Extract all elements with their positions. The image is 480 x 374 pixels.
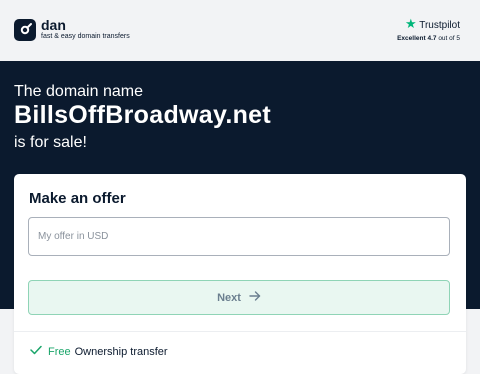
next-button[interactable]: Next	[28, 280, 450, 315]
dan-logo-icon[interactable]	[14, 19, 36, 41]
offer-card: Make an offer Next Free Ownership transf…	[14, 174, 466, 374]
feature-ownership-transfer: Free Ownership transfer	[30, 345, 168, 358]
feature-text: Ownership transfer	[74, 345, 168, 358]
top-header: dan fast & easy domain transfers ★ Trust…	[0, 0, 480, 61]
trustpilot-label: Trustpilot	[419, 20, 460, 31]
rating-score: 4.7	[427, 35, 437, 42]
arrow-right-icon	[249, 291, 261, 304]
card-divider	[14, 331, 466, 332]
check-icon	[30, 345, 42, 358]
feature-free-label: Free	[48, 345, 71, 358]
domain-name-heading: BillsOffBroadway.net	[14, 101, 271, 129]
brand-name[interactable]: dan	[41, 17, 66, 33]
hero-intro-text: The domain name	[14, 83, 143, 100]
next-button-label: Next	[217, 291, 241, 304]
trustpilot-widget[interactable]: ★ Trustpilot Excellent 4.7 out of 5	[397, 17, 460, 42]
for-sale-text: is for sale!	[14, 134, 87, 151]
trustpilot-rating: Excellent 4.7 out of 5	[397, 35, 460, 42]
offer-amount-input[interactable]	[28, 217, 450, 256]
rating-word: Excellent	[397, 35, 426, 42]
offer-card-title: Make an offer	[29, 190, 126, 207]
trustpilot-star-icon: ★	[404, 16, 417, 31]
rating-out-of: out of 5	[438, 35, 460, 42]
brand-tagline: fast & easy domain transfers	[41, 33, 130, 40]
